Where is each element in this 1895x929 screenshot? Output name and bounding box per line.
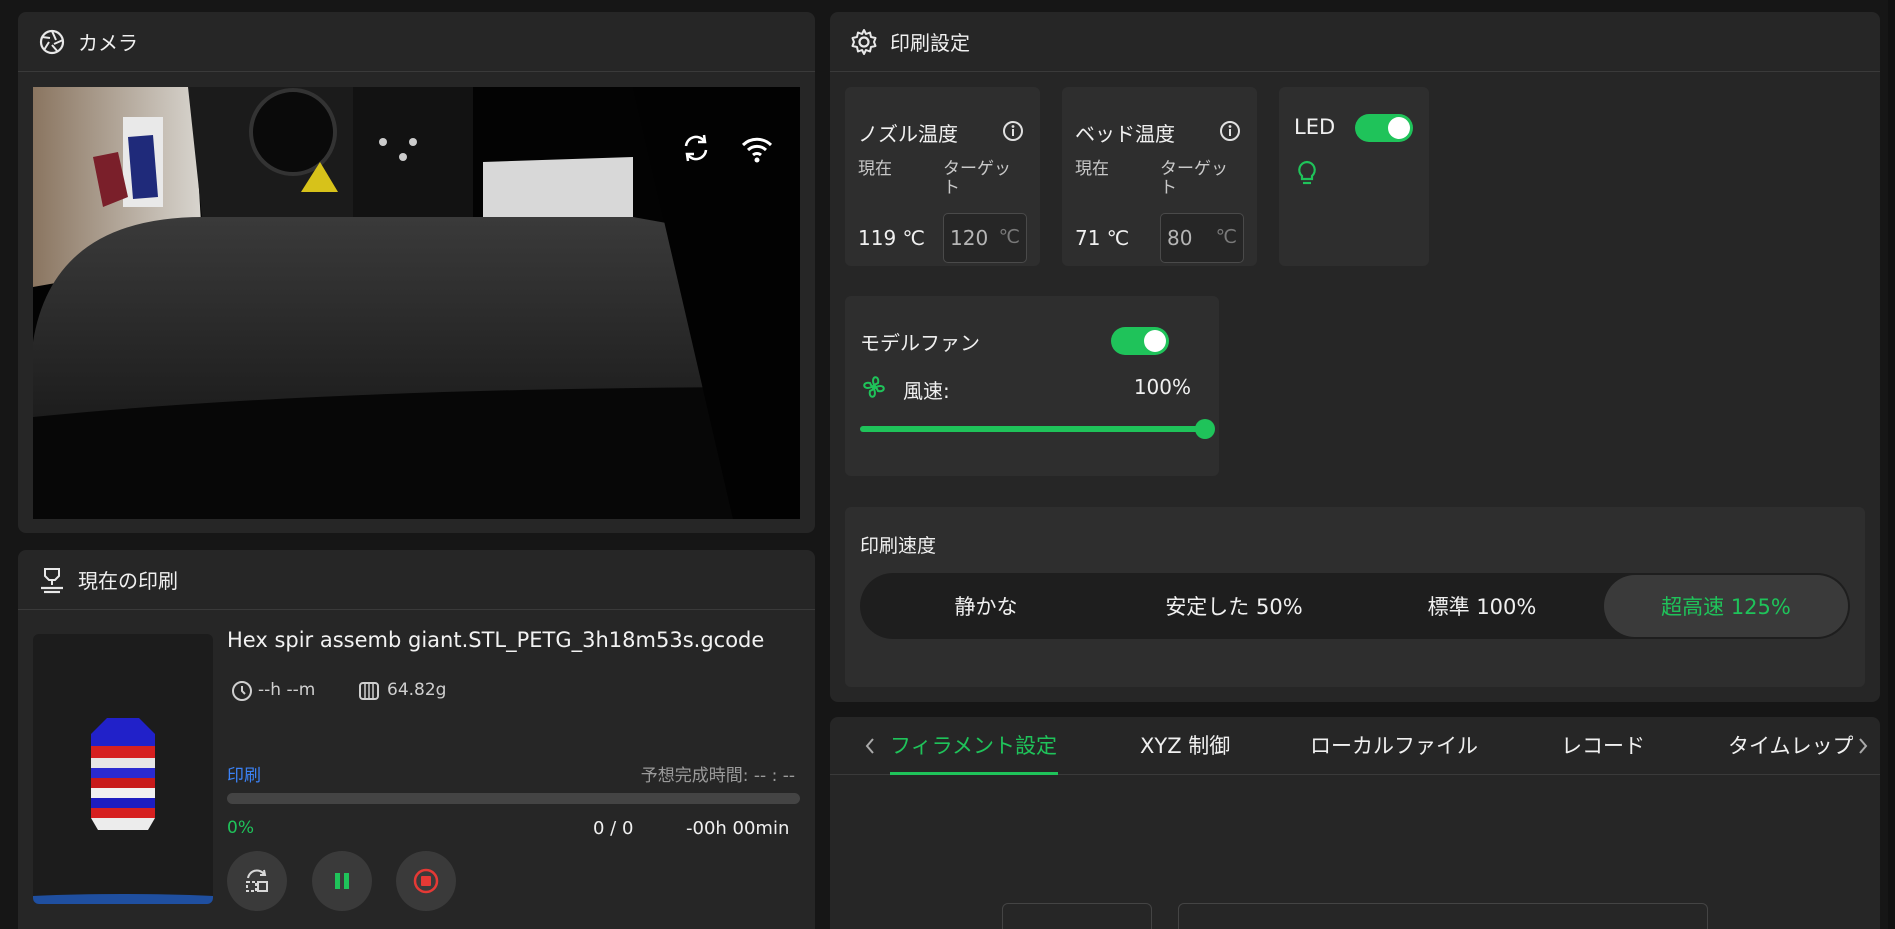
nozzle-target-field[interactable]	[944, 214, 1000, 262]
bed-current-value: 71 ℃	[1075, 226, 1130, 250]
tab-timelapse[interactable]: タイムレップ	[1728, 717, 1853, 773]
print-settings-title: 印刷設定	[890, 31, 970, 55]
fan-speed-slider[interactable]	[860, 419, 1215, 439]
print-speed-title: 印刷速度	[860, 535, 937, 557]
info-icon[interactable]	[1219, 120, 1241, 142]
filament-detail-box[interactable]	[1178, 903, 1708, 929]
camera-title: カメラ	[78, 31, 138, 55]
model-thumbnail	[33, 634, 213, 904]
fan-speed-fill	[860, 426, 1205, 432]
fan-toggle-knob	[1144, 330, 1166, 352]
print-settings-panel: 印刷設定 ノズル温度 現在 ターゲット 119 ℃ ℃ ベッド温度 現在 ターゲ…	[830, 12, 1880, 702]
print-speed-card: 印刷速度 静かな 安定した 50% 標準 100% 超高速 125%	[845, 507, 1865, 687]
nozzle-unit: ℃	[998, 226, 1020, 248]
progress-percent: 0%	[227, 818, 254, 838]
tabs-panel: フィラメント設定 XYZ 制御 ローカルファイル レコード タイムレップ	[830, 717, 1880, 929]
speed-option-ludicrous[interactable]: 超高速 125%	[1604, 575, 1848, 637]
fan-speed-value: 100%	[1133, 375, 1191, 399]
eta-label: 予想完成時間: -- : --	[640, 766, 795, 786]
lightbulb-icon	[1296, 160, 1318, 188]
print-time: --h --m	[258, 680, 316, 700]
pause-button[interactable]	[312, 851, 372, 911]
info-icon[interactable]	[1002, 120, 1024, 142]
nozzle-temp-card: ノズル温度 現在 ターゲット 119 ℃ ℃	[845, 87, 1040, 266]
fan-toggle[interactable]	[1111, 327, 1169, 355]
bed-unit: ℃	[1215, 226, 1237, 248]
fan-icon	[860, 373, 888, 401]
bed-temp-title: ベッド温度	[1075, 122, 1175, 146]
pause-icon	[331, 870, 353, 892]
led-toggle[interactable]	[1355, 114, 1413, 142]
bed-current-label: 現在	[1075, 159, 1109, 179]
bed-target-field[interactable]	[1161, 214, 1217, 262]
camera-feed	[33, 87, 800, 519]
print-status: 印刷	[227, 766, 261, 786]
speed-segmented-control: 静かな 安定した 50% 標準 100% 超高速 125%	[860, 573, 1850, 639]
camera-header: カメラ	[18, 12, 815, 72]
tab-filament-settings[interactable]: フィラメント設定	[890, 717, 1057, 773]
layer-count: 0 / 0	[593, 818, 634, 839]
led-label: LED	[1294, 115, 1336, 139]
fan-speed-label: 風速:	[903, 379, 950, 403]
speed-option-stable[interactable]: 安定した 50%	[1110, 575, 1358, 637]
chevron-right-icon[interactable]	[1857, 737, 1869, 755]
printer-nozzle-icon	[38, 566, 66, 594]
change-filament-button[interactable]	[227, 851, 287, 911]
wifi-icon	[739, 131, 775, 167]
tab-bar: フィラメント設定 XYZ 制御 ローカルファイル レコード タイムレップ	[830, 717, 1880, 775]
bed-target-label: ターゲット	[1160, 159, 1228, 198]
led-toggle-knob	[1388, 117, 1410, 139]
print-filename: Hex spir assemb giant.STL_PETG_3h18m53s.…	[227, 628, 765, 652]
camera-panel: カメラ	[18, 12, 815, 533]
stop-button[interactable]	[396, 851, 456, 911]
bed-temp-card: ベッド温度 現在 ターゲット 71 ℃ ℃	[1062, 87, 1257, 266]
tab-xyz-control[interactable]: XYZ 制御	[1140, 717, 1230, 773]
filament-spool-icon	[358, 681, 380, 701]
tab-local-files[interactable]: ローカルファイル	[1310, 717, 1478, 773]
chevron-left-icon[interactable]	[864, 737, 876, 755]
clock-icon	[231, 680, 253, 702]
nozzle-target-label: ターゲット	[943, 159, 1011, 198]
remaining-time: -00h 00min	[686, 818, 790, 839]
refresh-icon[interactable]	[678, 130, 714, 166]
model-fan-card: モデルファン 風速: 100%	[845, 296, 1219, 476]
swap-icon	[243, 867, 271, 895]
window-edge	[1888, 0, 1895, 929]
tab-records[interactable]: レコード	[1561, 717, 1645, 773]
current-print-header: 現在の印刷	[18, 550, 815, 610]
print-weight: 64.82g	[387, 680, 447, 700]
speed-option-standard[interactable]: 標準 100%	[1358, 575, 1606, 637]
fan-speed-handle[interactable]	[1195, 419, 1215, 439]
nozzle-current-label: 現在	[858, 159, 892, 179]
nozzle-temp-title: ノズル温度	[858, 122, 958, 146]
current-print-title: 現在の印刷	[78, 569, 178, 593]
model-fan-title: モデルファン	[860, 331, 980, 355]
aperture-icon	[38, 28, 66, 56]
gear-icon	[850, 28, 878, 56]
current-print-panel: 現在の印刷 Hex spir assemb giant.STL_PETG_3h1…	[18, 550, 815, 929]
nozzle-target-input[interactable]: ℃	[943, 213, 1027, 263]
bed-target-input[interactable]: ℃	[1160, 213, 1244, 263]
stop-icon	[412, 867, 440, 895]
progress-bar	[227, 793, 800, 804]
led-card: LED	[1279, 87, 1429, 266]
print-settings-header: 印刷設定	[830, 12, 1880, 72]
nozzle-current-value: 119 ℃	[858, 226, 925, 250]
speed-option-silent[interactable]: 静かな	[862, 575, 1110, 637]
tab-active-underline	[890, 772, 1058, 775]
filament-slot-box[interactable]	[1002, 903, 1152, 929]
